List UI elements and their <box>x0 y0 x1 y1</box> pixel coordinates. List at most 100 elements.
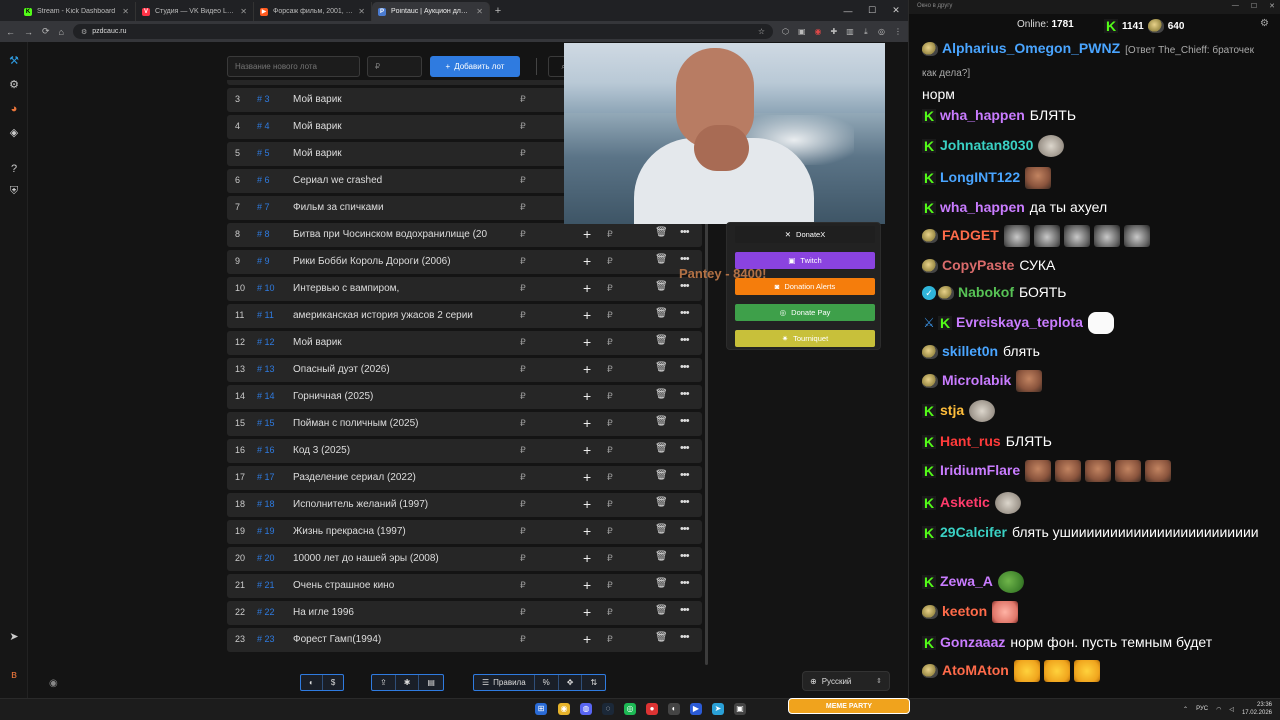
chat-username[interactable]: Hant_rus <box>940 433 1001 449</box>
lot-name[interactable]: 10000 лет до нашей эры (2008) <box>293 553 497 564</box>
lang-indicator[interactable]: РУС <box>1196 706 1208 712</box>
meme-party-widget[interactable]: MEME PARTY <box>788 698 910 714</box>
minimize-icon[interactable]: — <box>836 6 860 16</box>
back-icon[interactable]: ← <box>6 27 15 37</box>
add-amount-currency[interactable]: ₽ <box>607 526 613 537</box>
layers-icon[interactable]: ◈ <box>7 126 21 140</box>
trash-icon[interactable]: 🗑 <box>655 254 668 265</box>
more-icon[interactable]: ••• <box>680 226 690 238</box>
more-icon[interactable]: ••• <box>680 469 690 481</box>
minimize-icon[interactable]: — <box>1232 2 1239 10</box>
start-icon[interactable]: ⊞ <box>535 703 547 715</box>
trash-icon[interactable]: 🗑 <box>655 308 668 319</box>
trash-icon[interactable]: 🗑 <box>655 335 668 346</box>
more-icon[interactable]: ••• <box>680 361 690 373</box>
lot-id-link[interactable]: # 11 <box>257 310 274 320</box>
trash-icon[interactable]: 🗑 <box>655 362 668 373</box>
add-amount-icon[interactable]: + <box>583 307 591 323</box>
maximize-icon[interactable]: ☐ <box>1251 2 1257 10</box>
lot-id-link[interactable]: # 10 <box>257 283 275 293</box>
app-icon[interactable]: ● <box>646 703 658 715</box>
extension-icon[interactable]: ◉ <box>815 27 822 36</box>
lot-name[interactable]: американская история ужасов 2 серии <box>293 310 497 321</box>
lot-name[interactable]: Мой варик <box>293 94 497 105</box>
telegram-icon[interactable]: ➤ <box>712 703 724 715</box>
trash-icon[interactable]: 🗑 <box>655 551 668 562</box>
lot-name[interactable]: Исполнитель желаний (1997) <box>293 499 497 510</box>
lot-name[interactable]: На игле 1996 <box>293 607 497 618</box>
extension-icon[interactable]: ▣ <box>798 27 806 36</box>
new-tab-button[interactable]: + <box>490 2 506 21</box>
add-amount-currency[interactable]: ₽ <box>607 229 613 240</box>
trash-icon[interactable]: 🗑 <box>655 227 668 238</box>
trash-icon[interactable]: 🗑 <box>655 470 668 481</box>
chat-username[interactable]: wha_happen <box>940 199 1025 215</box>
add-amount-icon[interactable]: + <box>583 577 591 593</box>
sidebar-icon[interactable]: ▥ <box>846 27 854 36</box>
add-amount-currency[interactable]: ₽ <box>607 607 613 618</box>
add-amount-currency[interactable]: ₽ <box>607 499 613 510</box>
lot-name[interactable]: Жизнь прекрасна (1997) <box>293 526 497 537</box>
add-amount-icon[interactable]: + <box>583 226 591 242</box>
language-select[interactable]: ⊕ Русский ⇕ <box>802 671 890 691</box>
lot-name[interactable]: Разделение сериал (2022) <box>293 472 497 483</box>
url-bar[interactable]: ⚙ pzdcauc.ru ☆ <box>72 24 773 39</box>
shield-icon[interactable]: ⛨ <box>7 184 21 198</box>
trash-icon[interactable]: 🗑 <box>655 605 668 616</box>
telegram-icon[interactable]: ➤ <box>7 630 21 644</box>
lot-name[interactable]: Фильм за спичками <box>293 202 497 213</box>
lot-id-link[interactable]: # 9 <box>257 256 270 266</box>
add-amount-icon[interactable]: + <box>583 604 591 620</box>
chat-username[interactable]: Alpharius_Omegon_PWNZ <box>942 40 1120 56</box>
rules-button[interactable]: ☰ Правила <box>474 675 535 690</box>
donate-button[interactable]: ✷ Tourniquet <box>735 330 875 347</box>
app-icon[interactable]: ▣ <box>734 703 746 715</box>
wifi-icon[interactable]: ◠ <box>1216 706 1221 713</box>
lot-id-link[interactable]: # 6 <box>257 175 270 185</box>
chat-username[interactable]: AtoMAton <box>942 662 1009 678</box>
sort-icon[interactable]: ⇅ <box>582 675 605 690</box>
dollar-icon[interactable]: $ <box>323 675 343 690</box>
more-icon[interactable]: ••• <box>680 523 690 535</box>
close-icon[interactable]: ✕ <box>1269 2 1275 10</box>
lot-name[interactable]: Мой варик <box>293 148 497 159</box>
star-icon[interactable]: ☆ <box>758 27 765 36</box>
add-amount-currency[interactable]: ₽ <box>607 445 613 456</box>
add-amount-currency[interactable]: ₽ <box>607 364 613 375</box>
obs-icon[interactable]: ◐ <box>668 703 680 715</box>
profile-icon[interactable]: ◎ <box>878 27 885 36</box>
add-amount-currency[interactable]: ₽ <box>607 553 613 564</box>
add-amount-currency[interactable]: ₽ <box>607 256 613 267</box>
chat-username[interactable]: Asketic <box>940 494 990 510</box>
add-amount-currency[interactable]: ₽ <box>607 472 613 483</box>
lot-id-link[interactable]: # 19 <box>257 526 275 536</box>
app-icon[interactable]: ▶ <box>690 703 702 715</box>
add-amount-currency[interactable]: ₽ <box>607 634 613 645</box>
more-icon[interactable]: ••• <box>680 550 690 562</box>
more-icon[interactable]: ••• <box>680 334 690 346</box>
add-amount-currency[interactable]: ₽ <box>607 418 613 429</box>
trash-icon[interactable]: 🗑 <box>655 632 668 643</box>
chat-username[interactable]: Johnatan8030 <box>940 137 1033 153</box>
browser-tab[interactable]: P Pointauc | Аукцион для стрим… ✕ <box>372 2 490 21</box>
close-icon[interactable]: ✕ <box>240 7 247 16</box>
home-icon[interactable]: ⌂ <box>59 27 64 37</box>
chat-username[interactable]: keeton <box>942 603 987 619</box>
reload-icon[interactable]: ⟳ <box>42 26 50 37</box>
trash-icon[interactable]: 🗑 <box>655 524 668 535</box>
lot-id-link[interactable]: # 13 <box>257 364 275 374</box>
lot-name[interactable]: Опасный дуэт (2026) <box>293 364 497 375</box>
chat-username[interactable]: IridiumFlare <box>940 462 1020 478</box>
browser-tab[interactable]: V Студия — VK Видео Live ✕ <box>136 2 254 21</box>
extension-icon[interactable]: ⬡ <box>782 27 789 36</box>
move-icon[interactable]: ✥ <box>559 675 583 690</box>
lot-name-input[interactable] <box>227 56 360 77</box>
boosty-icon[interactable]: ʙ <box>7 668 21 682</box>
lot-name[interactable]: Интервью с вампиром, <box>293 283 497 294</box>
more-icon[interactable]: ••• <box>680 631 690 643</box>
chrome-icon[interactable]: ◉ <box>558 703 570 715</box>
more-icon[interactable]: ••• <box>680 388 690 400</box>
add-amount-icon[interactable]: + <box>583 253 591 269</box>
trash-icon[interactable]: 🗑 <box>655 497 668 508</box>
spotify-icon[interactable]: ◎ <box>624 703 636 715</box>
